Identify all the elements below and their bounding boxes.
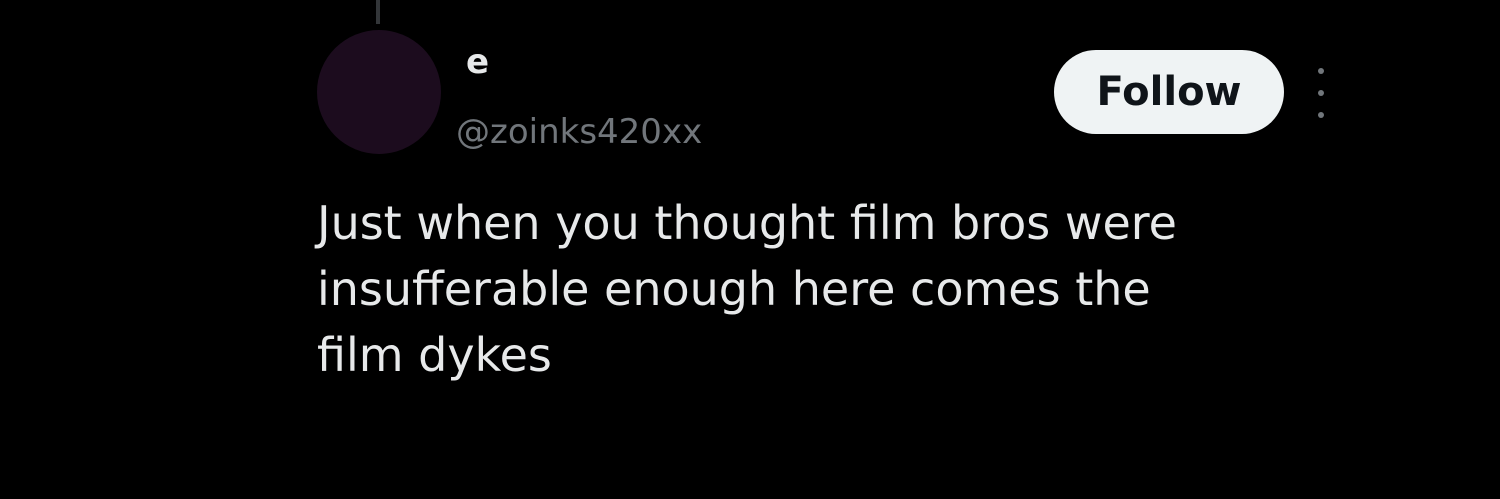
more-vertical-icon: [1318, 112, 1324, 118]
more-vertical-icon: [1318, 90, 1324, 96]
more-vertical-icon: [1318, 68, 1324, 74]
avatar[interactable]: [317, 30, 441, 154]
display-name[interactable]: e: [466, 40, 489, 84]
follow-button[interactable]: Follow: [1054, 50, 1284, 134]
tweet-text: Just when you thought film bros were ins…: [317, 196, 1177, 382]
thread-connector-line: [376, 0, 380, 24]
user-handle[interactable]: @zoinks420xx: [456, 110, 702, 154]
more-options-button[interactable]: [1308, 68, 1334, 118]
